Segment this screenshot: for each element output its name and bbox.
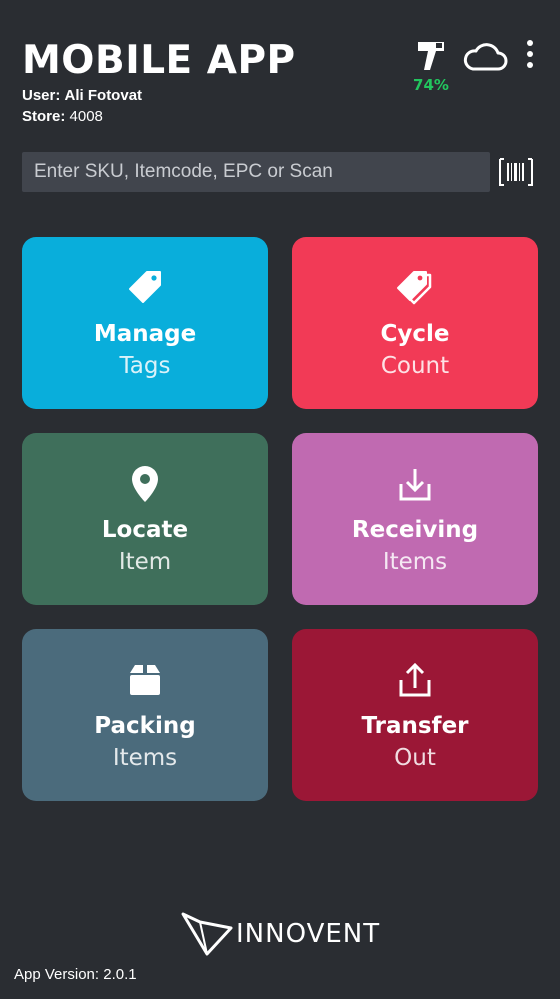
receiving-items-tile[interactable]: Receiving Items xyxy=(292,433,538,605)
tile-title: Cycle xyxy=(380,321,450,347)
rfid-scanner-icon xyxy=(418,42,444,70)
app-title: MOBILE APP xyxy=(22,38,296,83)
store-label: Store: xyxy=(22,108,66,125)
map-pin-icon xyxy=(131,465,159,503)
cycle-count-tile[interactable]: Cycle Count xyxy=(292,237,538,409)
tile-subtitle: Count xyxy=(380,353,450,379)
tile-subtitle: Items xyxy=(112,745,178,771)
battery-percent: 74% xyxy=(413,76,449,94)
download-tray-icon xyxy=(398,465,432,503)
innovent-logo: INNOVENT xyxy=(180,910,380,958)
tile-subtitle: Tags xyxy=(119,353,171,379)
tag-icon xyxy=(127,269,163,307)
tile-subtitle: Out xyxy=(394,745,436,771)
barcode-scan-icon[interactable] xyxy=(498,157,534,187)
sku-search-input[interactable] xyxy=(22,152,490,192)
tile-title: Manage xyxy=(93,321,197,347)
box-icon xyxy=(127,661,163,699)
tile-title: Packing xyxy=(94,713,196,739)
more-menu-icon[interactable] xyxy=(520,40,540,74)
store-number: 4008 xyxy=(69,108,103,125)
logo-text: INNOVENT xyxy=(236,919,381,949)
innovent-logo-icon xyxy=(181,912,233,956)
tile-subtitle: Items xyxy=(382,549,448,575)
transfer-out-tile[interactable]: Transfer Out xyxy=(292,629,538,801)
scanner-status[interactable]: 74% xyxy=(408,40,454,94)
locate-item-tile[interactable]: Locate Item xyxy=(22,433,268,605)
cloud-sync-icon[interactable] xyxy=(462,40,508,74)
tile-title: Transfer xyxy=(361,713,469,739)
store-info: Store: 4008 xyxy=(22,108,103,125)
manage-tags-tile[interactable]: Manage Tags xyxy=(22,237,268,409)
packing-items-tile[interactable]: Packing Items xyxy=(22,629,268,801)
tags-icon xyxy=(395,269,435,307)
tile-title: Locate xyxy=(101,517,189,543)
app-version: App Version: 2.0.1 xyxy=(14,966,137,983)
user-name: Ali Fotovat xyxy=(64,87,143,104)
tile-subtitle: Item xyxy=(118,549,172,575)
home-screen: MOBILE APP User: Ali Fotovat Store: 4008… xyxy=(0,0,560,999)
upload-tray-icon xyxy=(398,661,432,699)
tile-title: Receiving xyxy=(351,517,479,543)
user-info: User: Ali Fotovat xyxy=(22,87,142,104)
user-label: User: xyxy=(22,87,61,104)
